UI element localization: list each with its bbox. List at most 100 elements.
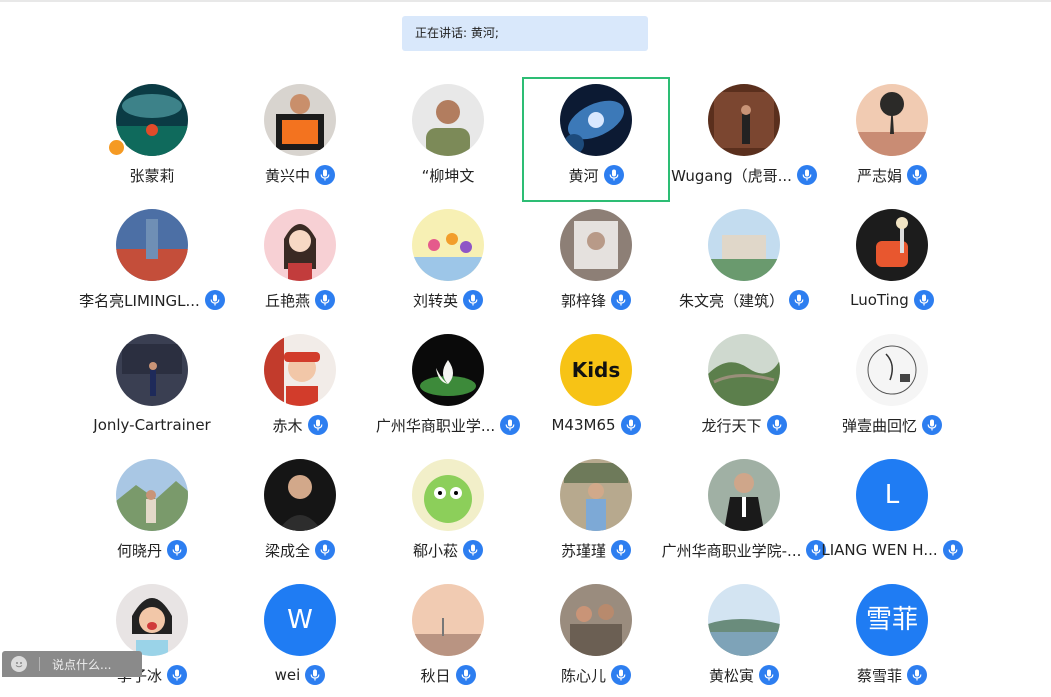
participant-name: 刘转英 — [412, 291, 458, 310]
mic-status-icon[interactable] — [907, 165, 927, 185]
mic-status-icon[interactable] — [167, 540, 187, 560]
mic-status-icon[interactable] — [455, 665, 476, 685]
participant-tile[interactable]: 弹壹曲回忆 — [818, 327, 966, 447]
mic-status-icon[interactable] — [305, 665, 326, 685]
participant-tile[interactable]: 李名亮LIMINGL... — [78, 202, 226, 322]
participant-tile[interactable]: 秋日 — [374, 577, 522, 697]
mic-status-icon[interactable] — [620, 415, 641, 435]
mic-status-icon[interactable] — [603, 165, 624, 185]
girl-photo-icon[interactable] — [116, 584, 188, 656]
mic-status-icon[interactable] — [759, 665, 779, 685]
lotus-icon[interactable] — [412, 334, 484, 406]
chair-lamp-icon[interactable] — [856, 209, 928, 281]
microphone-icon — [626, 419, 635, 431]
emoji-icon[interactable] — [11, 656, 27, 672]
mic-status-icon[interactable] — [463, 290, 483, 310]
participant-name: LIANG WEN H... — [821, 541, 938, 559]
participant-tile[interactable]: 张蒙莉 — [78, 77, 226, 197]
mic-status-icon[interactable] — [907, 665, 927, 685]
participant-name: 梁成全 — [264, 541, 310, 560]
microphone-icon — [320, 544, 330, 556]
frog-cartoon-icon[interactable] — [412, 459, 484, 531]
participant-tile[interactable]: 丘艳燕 — [226, 202, 374, 322]
microphone-icon — [310, 669, 320, 681]
fountain-photo-icon[interactable] — [116, 209, 188, 281]
participant-tile[interactable]: 苏瑾瑾 — [522, 452, 670, 572]
mic-status-icon[interactable] — [913, 290, 934, 310]
mic-status-icon[interactable] — [766, 415, 787, 435]
man-portrait-icon[interactable] — [412, 84, 484, 156]
participant-tile[interactable]: 刘转英 — [374, 202, 522, 322]
participant-name: Jonly-Cartrainer — [93, 416, 211, 434]
participant-tile[interactable]: Jonly-Cartrainer — [78, 327, 226, 447]
participant-tile[interactable]: 李子冰 — [78, 577, 226, 697]
suit-man-icon[interactable] — [708, 459, 780, 531]
mic-status-icon[interactable] — [942, 540, 963, 560]
chat-input[interactable]: 说点什么... — [2, 651, 142, 677]
participant-tile[interactable]: 郗小菘 — [374, 452, 522, 572]
participant-grid: 张蒙莉 黄兴中 “柳坤文 黄河 Wugang（虎哥... 严志娟李名亮LIMINGL...… — [0, 0, 1051, 685]
microphone-icon — [616, 294, 626, 306]
mic-status-icon[interactable] — [167, 665, 187, 685]
letter-avatar-icon[interactable]: W — [264, 584, 336, 656]
mic-status-icon[interactable] — [611, 540, 631, 560]
participant-tile[interactable]: Kids M43M65 — [522, 327, 670, 447]
participant-tile[interactable]: 朱文亮（建筑） — [670, 202, 818, 322]
participant-tile[interactable]: 雪菲 蔡雪菲 — [818, 577, 966, 697]
mountain-woman-icon[interactable] — [116, 459, 188, 531]
group-photo-icon[interactable] — [560, 584, 632, 656]
participant-tile[interactable]: Wwei — [226, 577, 374, 697]
participant-tile[interactable]: Wugang（虎哥... — [670, 77, 818, 197]
child-photo-icon[interactable] — [264, 84, 336, 156]
participant-name: 朱文亮（建筑） — [678, 291, 784, 310]
microphone-icon — [609, 169, 618, 181]
mic-status-icon[interactable] — [611, 665, 631, 685]
participant-name: 李名亮LIMINGL... — [79, 291, 200, 310]
participant-name-row: 弹壹曲回忆 — [798, 414, 986, 436]
participant-tile[interactable]: 严志娟 — [818, 77, 966, 197]
kids-logo-icon[interactable]: Kids — [560, 334, 632, 406]
letter-avatar-icon[interactable]: L — [856, 459, 928, 531]
sea-island-icon[interactable] — [116, 84, 188, 156]
frame-photo-icon[interactable] — [560, 209, 632, 281]
building-photo-icon[interactable] — [708, 209, 780, 281]
mic-status-icon[interactable] — [315, 290, 335, 310]
microphone-icon — [172, 669, 182, 681]
galaxy-icon[interactable] — [560, 84, 632, 156]
participant-tile[interactable]: 郭梓锋 — [522, 202, 670, 322]
mic-status-icon[interactable] — [611, 290, 631, 310]
participant-tile[interactable]: 陈心儿 — [522, 577, 670, 697]
sunset-tree-icon[interactable] — [856, 84, 928, 156]
participant-name: 陈心儿 — [560, 666, 606, 685]
ink-drawing-icon[interactable] — [856, 334, 928, 406]
participant-tile[interactable]: 龙行天下 — [670, 327, 818, 447]
man-black-icon[interactable] — [264, 459, 336, 531]
boy-photo-icon[interactable] — [264, 334, 336, 406]
participant-tile[interactable]: 黄松寅 — [670, 577, 818, 697]
mic-status-icon[interactable] — [315, 540, 335, 560]
dusk-sky-icon[interactable] — [412, 584, 484, 656]
participant-tile[interactable]: 梁成全 — [226, 452, 374, 572]
participant-tile[interactable]: 广州华商职业学院-... — [662, 452, 827, 572]
mic-status-icon[interactable] — [463, 540, 483, 560]
flower-cartoon-icon[interactable] — [412, 209, 484, 281]
participant-tile[interactable]: 赤木 — [226, 327, 374, 447]
participant-tile[interactable]: 黄兴中 — [226, 77, 374, 197]
mic-status-icon[interactable] — [315, 165, 335, 185]
library-photo-icon[interactable] — [708, 84, 780, 156]
participant-tile[interactable]: L LIANG WEN H... — [818, 452, 966, 572]
participant-tile[interactable]: LuoTing — [818, 202, 966, 322]
mic-status-icon[interactable] — [307, 415, 328, 435]
lake-photo-icon[interactable] — [708, 584, 780, 656]
participant-tile[interactable]: “柳坤文 — [374, 77, 522, 197]
stage-speaker-icon[interactable] — [116, 334, 188, 406]
girl-cartoon-icon[interactable] — [264, 209, 336, 281]
great-wall-icon[interactable] — [708, 334, 780, 406]
mic-status-icon[interactable] — [922, 415, 942, 435]
participant-tile[interactable]: 黄河 — [522, 77, 670, 197]
participant-name-row: 严志娟 — [798, 164, 986, 186]
participant-tile[interactable]: 广州华商职业学... — [374, 327, 522, 447]
bookstore-woman-icon[interactable] — [560, 459, 632, 531]
letter-avatar-icon[interactable]: 雪菲 — [856, 584, 928, 656]
participant-tile[interactable]: 何晓丹 — [78, 452, 226, 572]
